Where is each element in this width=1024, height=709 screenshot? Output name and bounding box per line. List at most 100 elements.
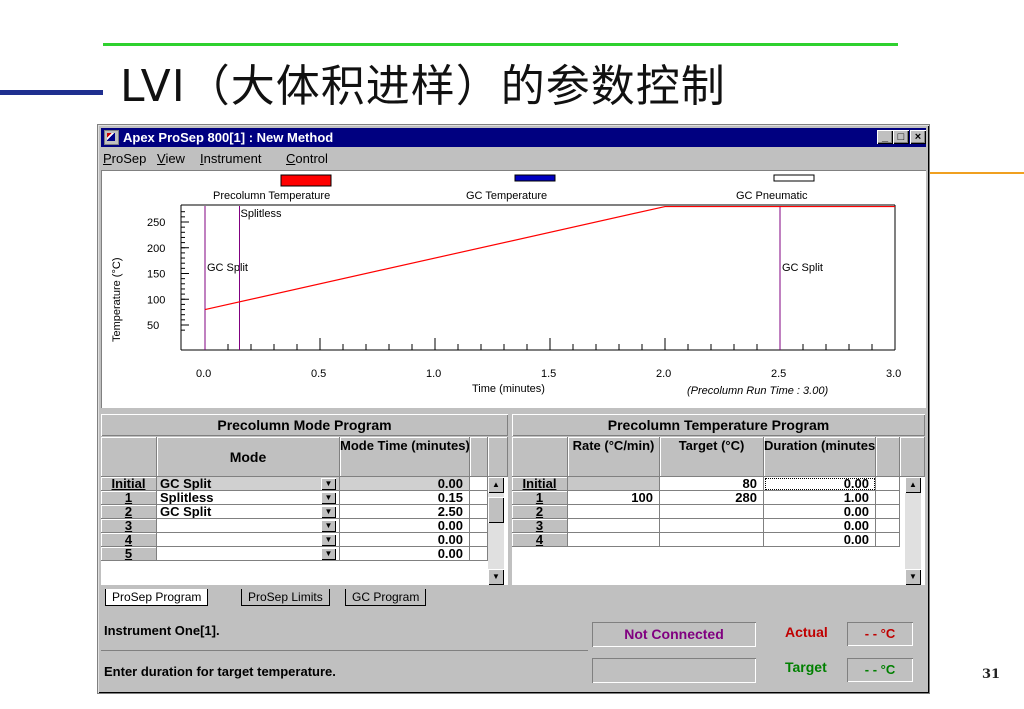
dropdown-arrow-icon[interactable]: ▼ (321, 506, 336, 518)
mode-row-header[interactable]: 5 (101, 547, 157, 561)
dropdown-arrow-icon[interactable]: ▼ (321, 548, 336, 560)
instrument-status: Instrument One[1]. (101, 611, 588, 651)
mode-spacer-cell (470, 519, 488, 533)
mode-program-title: Precolumn Mode Program (101, 414, 508, 436)
mode-time-cell[interactable]: 0.15 (340, 491, 470, 505)
temperature-chart: Precolumn Temperature GC Temperature GC Pn… (111, 174, 901, 397)
scroll-up-icon[interactable]: ▲ (488, 477, 504, 493)
rate-cell[interactable] (568, 519, 660, 533)
menu-instrument[interactable]: Instrument (200, 151, 261, 166)
y-tick-label: 50 (147, 320, 159, 332)
mode-cell[interactable]: Splitless (157, 491, 340, 505)
dropdown-arrow-icon[interactable]: ▼ (321, 492, 336, 504)
scroll-down-icon[interactable]: ▼ (905, 569, 921, 585)
tab-prosep-limits[interactable]: ProSep Limits (241, 589, 330, 606)
mode-cell[interactable] (157, 519, 340, 533)
tab-gc-program[interactable]: GC Program (345, 589, 427, 606)
mode-cell[interactable]: GC Split (157, 505, 340, 519)
mode-corner-header (101, 437, 157, 477)
mode-row-header[interactable]: 1 (101, 491, 157, 505)
app-window: Apex ProSep 800[1] : New Method _ □ × Pr… (98, 125, 929, 693)
app-icon[interactable] (104, 130, 119, 145)
dropdown-arrow-icon[interactable]: ▼ (321, 478, 336, 490)
mode-time-cell[interactable]: 0.00 (340, 533, 470, 547)
rate-cell[interactable]: 100 (568, 491, 660, 505)
mode-time-cell[interactable]: 0.00 (340, 477, 470, 491)
mode-time-cell[interactable]: 0.00 (340, 547, 470, 561)
window-titlebar[interactable]: Apex ProSep 800[1] : New Method _ □ × (101, 128, 926, 147)
scroll-thumb[interactable] (488, 497, 504, 523)
mode-spacer-cell (470, 505, 488, 519)
minimize-button[interactable]: _ (877, 130, 893, 144)
tab-prosep-program[interactable]: ProSep Program (105, 589, 209, 606)
temp-row-header[interactable]: 3 (512, 519, 568, 533)
x-tick-label: 2.0 (656, 368, 671, 380)
duration-cell[interactable]: 0.00 (764, 519, 876, 533)
legend-swatch (514, 174, 556, 182)
target-cell[interactable]: 280 (660, 491, 764, 505)
close-button[interactable]: × (910, 130, 926, 144)
temp-scrollbar[interactable]: ▲ ▼ (905, 477, 921, 585)
duration-cell[interactable]: 0.00 (764, 533, 876, 547)
scroll-up-icon[interactable]: ▲ (905, 477, 921, 493)
mode-time-cell[interactable]: 2.50 (340, 505, 470, 519)
mode-row-header[interactable]: 2 (101, 505, 157, 519)
mode-cell[interactable] (157, 533, 340, 547)
x-tick-label: 1.5 (541, 368, 556, 380)
mode-marker-label: GC Split (782, 262, 823, 274)
menu-prosep[interactable]: ProSep (103, 151, 146, 166)
rate-column-header: Rate (°C/min) (568, 437, 660, 477)
temperature-chart-panel: Precolumn Temperature GC Temperature GC Pn… (101, 170, 926, 408)
target-cell[interactable] (660, 533, 764, 547)
temp-extra-header-2 (900, 437, 925, 477)
temp-spacer-cell (876, 533, 900, 547)
rate-cell[interactable] (568, 533, 660, 547)
hint-status: Enter duration for target temperature. (104, 664, 336, 679)
x-axis-label: Time (minutes) (472, 383, 545, 395)
menu-control[interactable]: Control (286, 151, 328, 166)
slide-title: LVI（大体积进样）的参数控制 (120, 61, 726, 112)
dropdown-arrow-icon[interactable]: ▼ (321, 520, 336, 532)
mode-extra-header-2 (488, 437, 508, 477)
temp-row-header[interactable]: Initial (512, 477, 568, 491)
scroll-down-icon[interactable]: ▼ (488, 569, 504, 585)
mode-extra-header (470, 437, 488, 477)
legend-label: GC Pneumatic (736, 190, 808, 202)
rate-cell[interactable] (568, 505, 660, 519)
maximize-button[interactable]: □ (893, 130, 909, 144)
mode-row-header[interactable]: Initial (101, 477, 157, 491)
target-cell[interactable] (660, 519, 764, 533)
mode-cell[interactable]: GC Split (157, 477, 340, 491)
x-tick-label: 0.5 (311, 368, 326, 380)
run-time-note: (Precolumn Run Time : 3.00) (687, 385, 828, 397)
target-cell[interactable]: 80 (660, 477, 764, 491)
target-temperature-value: - - °C (847, 658, 913, 682)
tab-strip: ProSep Program ProSep Limits GC Program (101, 589, 926, 609)
temp-program-grid: Rate (°C/min) Target (°C) Duration (minu… (512, 437, 925, 585)
y-tick-label: 250 (147, 217, 165, 229)
mode-row-header[interactable]: 3 (101, 519, 157, 533)
mode-column-header: Mode (157, 437, 340, 477)
target-column-header: Target (°C) (660, 437, 764, 477)
duration-cell[interactable]: 1.00 (764, 491, 876, 505)
dropdown-arrow-icon[interactable]: ▼ (321, 534, 336, 546)
rate-cell[interactable] (568, 477, 660, 491)
connection-status: Not Connected (592, 622, 756, 647)
mode-marker-label: Splitless (241, 208, 282, 220)
mode-row-header[interactable]: 4 (101, 533, 157, 547)
duration-cell[interactable]: 0.00 (764, 477, 876, 491)
x-tick-label: 2.5 (771, 368, 786, 380)
secondary-status-box (592, 658, 756, 683)
mode-time-cell[interactable]: 0.00 (340, 519, 470, 533)
temp-row-header[interactable]: 4 (512, 533, 568, 547)
duration-column-header: Duration (minutes) (764, 437, 876, 477)
temp-spacer-cell (876, 491, 900, 505)
mode-cell[interactable] (157, 547, 340, 561)
target-cell[interactable] (660, 505, 764, 519)
legend-label: GC Temperature (466, 190, 547, 202)
temp-row-header[interactable]: 2 (512, 505, 568, 519)
menu-view[interactable]: View (157, 151, 185, 166)
temp-row-header[interactable]: 1 (512, 491, 568, 505)
duration-cell[interactable]: 0.00 (764, 505, 876, 519)
mode-scrollbar[interactable]: ▲ ▼ (488, 477, 504, 585)
